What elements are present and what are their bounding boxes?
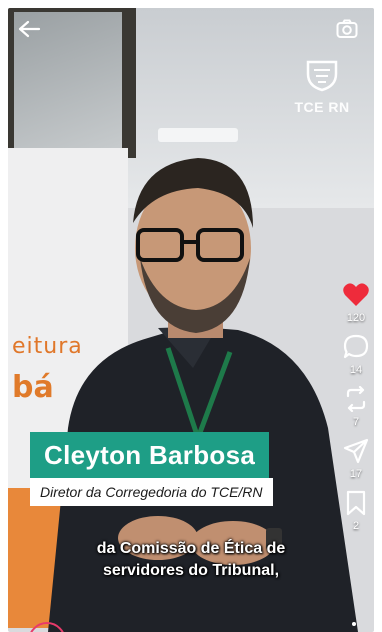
- speaker-role-label: Diretor da Corregedoria do TCE/RN: [30, 478, 273, 506]
- subtitle-line-1: da Comissão de Ética de: [96, 540, 286, 557]
- bookmark-icon: [346, 490, 366, 516]
- save-button[interactable]: 2: [334, 490, 378, 532]
- like-count: 120: [346, 312, 366, 324]
- share-button[interactable]: 17: [334, 438, 378, 480]
- logo-emblem-icon: [306, 60, 338, 92]
- camera-icon: [336, 19, 358, 38]
- back-button[interactable]: [14, 14, 44, 44]
- tce-rn-logo: TCE RN: [292, 58, 352, 124]
- comment-icon: [343, 334, 369, 359]
- video-subtitle: da Comissão de Ética de servidores do Tr…: [0, 538, 382, 582]
- more-indicator-dot: [352, 622, 356, 626]
- comment-count: 14: [349, 364, 363, 376]
- video-player: eitura bá TCE RN 120 14 7 17 2 Cleyton B…: [0, 0, 382, 632]
- like-button[interactable]: 120: [334, 282, 378, 324]
- repost-count: 7: [352, 416, 360, 428]
- share-count: 17: [349, 468, 363, 480]
- heart-icon: [343, 283, 369, 306]
- action-rail: 120 14 7 17 2: [334, 282, 378, 542]
- speaker-name-label: Cleyton Barbosa: [30, 432, 270, 478]
- arrow-left-icon: [18, 20, 41, 38]
- repost-icon: [346, 386, 366, 412]
- save-count: 2: [352, 520, 360, 532]
- camera-button[interactable]: [334, 16, 360, 42]
- repost-button[interactable]: 7: [334, 386, 378, 428]
- comment-button[interactable]: 14: [334, 334, 378, 376]
- logo-text: TCE RN: [294, 99, 350, 115]
- subtitle-line-2: servidores do Tribunal,: [102, 562, 280, 579]
- send-icon: [343, 438, 369, 464]
